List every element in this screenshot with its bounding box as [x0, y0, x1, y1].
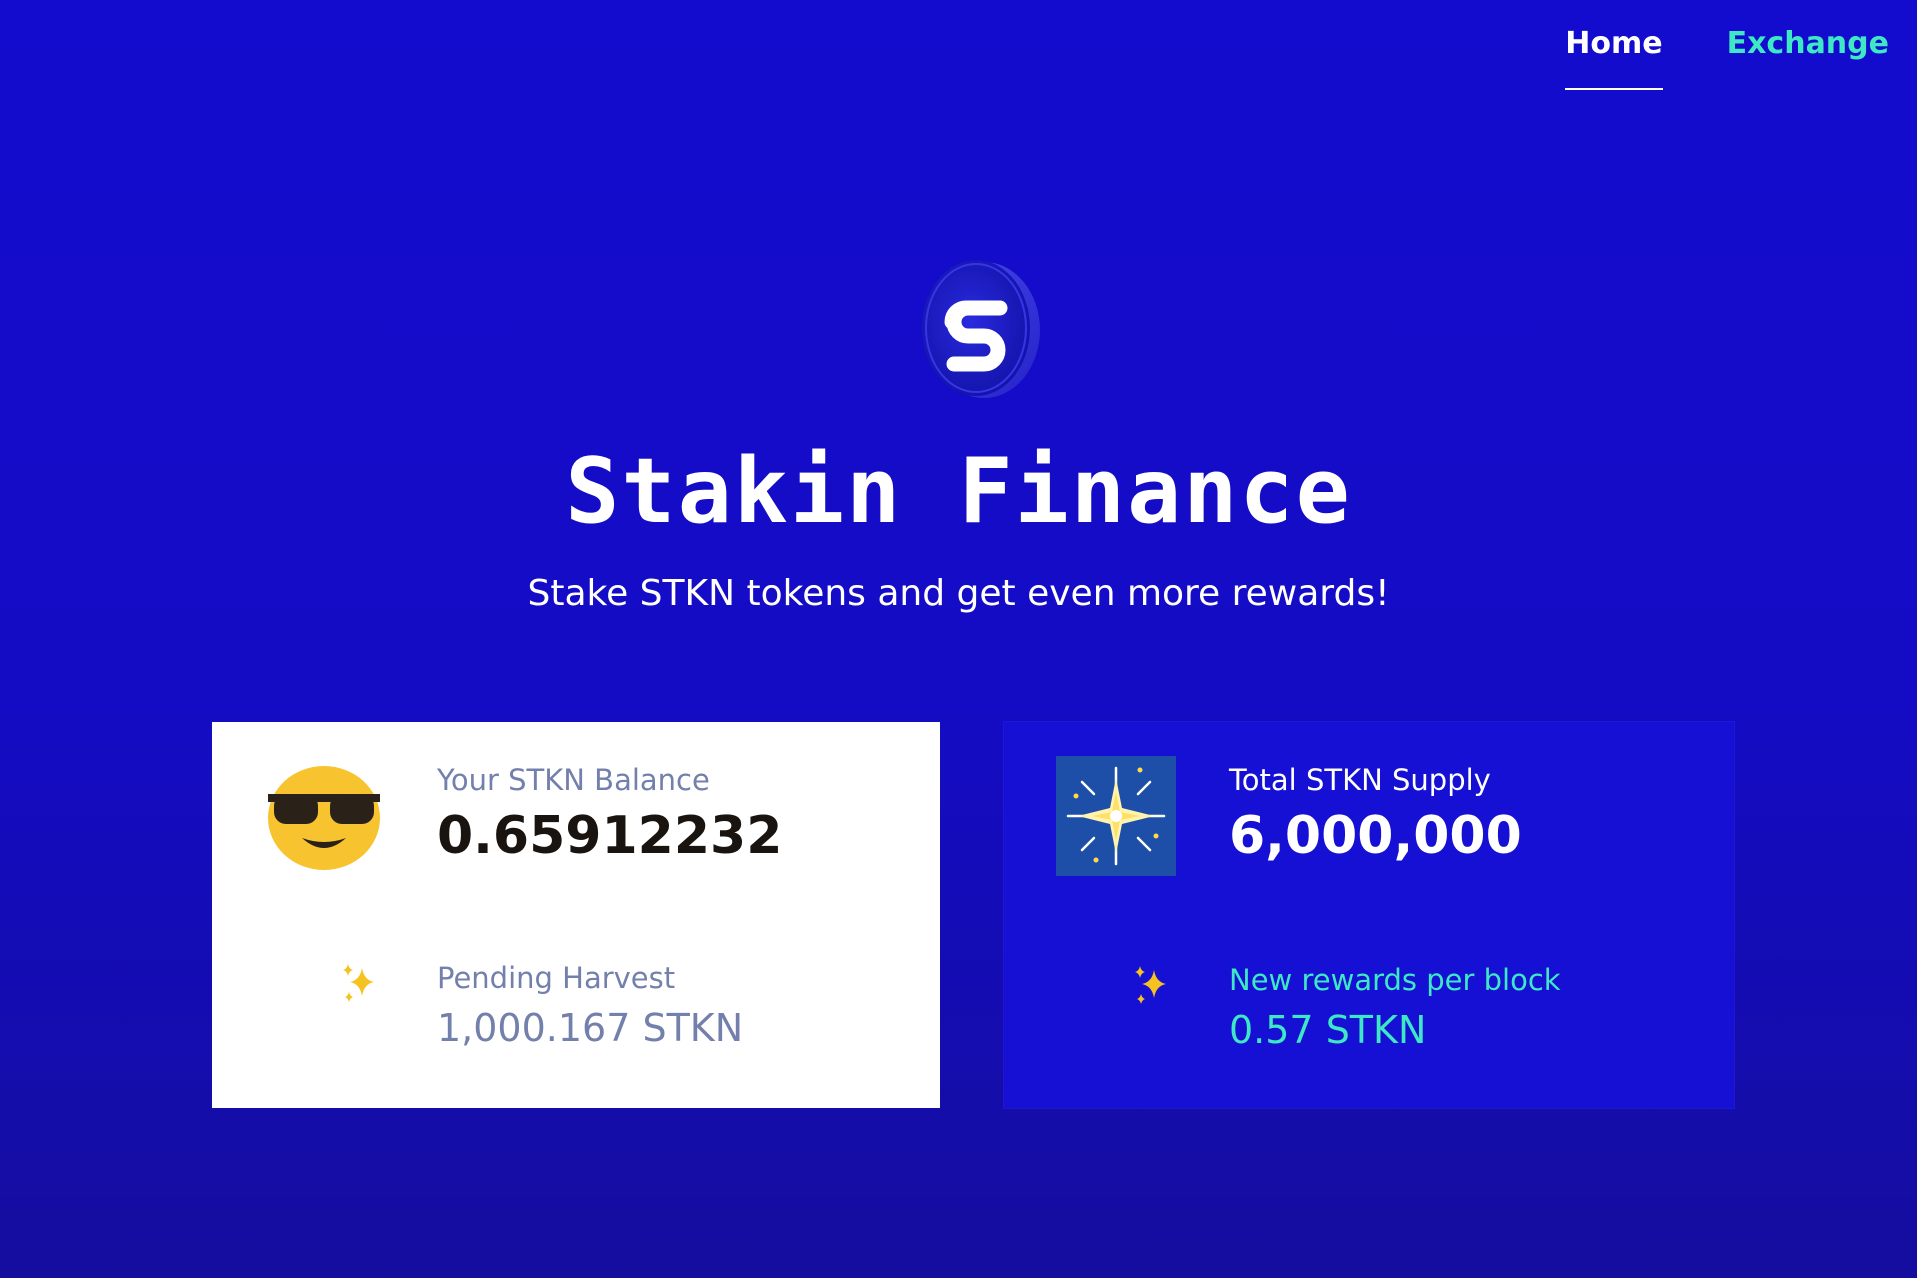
nav-exchange-label: Exchange [1726, 26, 1889, 61]
rewards-per-block-value: 0.57 STKN [1229, 1008, 1427, 1052]
balance-value: 0.65912232 [437, 806, 783, 866]
rewards-per-block-label: New rewards per block [1229, 963, 1561, 997]
sunglasses-emoji-icon [264, 760, 384, 872]
nav-home-label: Home [1565, 26, 1663, 61]
page-subtitle: Stake STKN tokens and get even more rewa… [527, 573, 1390, 614]
total-supply-label: Total STKN Supply [1229, 763, 1491, 797]
top-nav: Home Exchange [1565, 26, 1889, 90]
fireworks-icon [1056, 756, 1176, 876]
page-title: Stakin Finance [565, 439, 1352, 544]
stakin-logo-icon [916, 256, 1044, 400]
total-supply-value: 6,000,000 [1229, 806, 1522, 866]
balance-label: Your STKN Balance [437, 763, 710, 797]
balance-card: Your STKN Balance 0.65912232 Pending Har… [212, 722, 940, 1108]
pending-harvest-label: Pending Harvest [437, 961, 676, 995]
nav-home-link[interactable]: Home [1565, 26, 1663, 90]
nav-active-underline [1565, 88, 1663, 90]
pending-harvest-value: 1,000.167 STKN [437, 1006, 744, 1050]
supply-card: Total STKN Supply 6,000,000 New rewards … [1004, 722, 1734, 1108]
sparkles-icon [340, 962, 384, 1006]
sparkles-icon [1132, 964, 1176, 1008]
nav-exchange-link[interactable]: Exchange [1727, 26, 1889, 62]
